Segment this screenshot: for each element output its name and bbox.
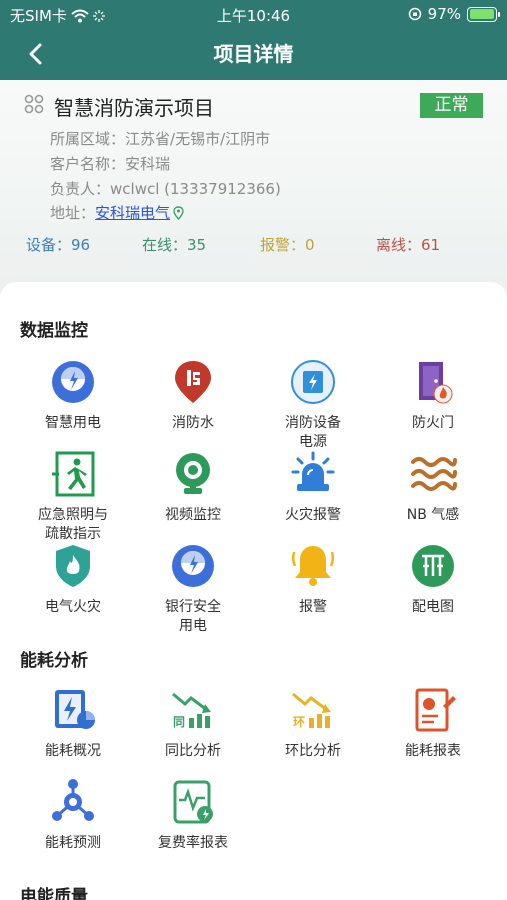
page-title: 项目详情 <box>213 42 294 66</box>
tile-energy-report[interactable]: 能耗报表 <box>373 686 493 761</box>
fire-water-icon <box>175 361 211 403</box>
video-camera-icon <box>176 453 210 494</box>
tile-fire-equipment-power[interactable]: 消防设备 电源 <box>253 358 373 452</box>
fire-alarm-icon <box>291 451 335 491</box>
tile-multi-rate-report[interactable]: 复费率报表 <box>133 778 253 853</box>
emergency-exit-icon <box>52 451 95 497</box>
header: 无SIM卡 上午10:46 97% 项目详情 <box>0 0 507 80</box>
client-row: 客户名称：安科瑞 <box>50 155 171 173</box>
section-title-power-quality: 电能质量 <box>20 887 88 900</box>
tile-fire-alarm[interactable]: 火灾报警 <box>253 450 373 525</box>
client-value: 安科瑞 <box>125 155 171 173</box>
energy-report-icon <box>415 688 456 732</box>
section-title-energy: 能耗分析 <box>20 651 88 671</box>
region-value: 江苏省/无锡市/江阴市 <box>125 130 271 148</box>
tile-distribution-diagram[interactable]: 配电图 <box>373 542 493 617</box>
smart-power-icon <box>52 361 94 403</box>
tile-mom-analysis[interactable]: 环 环比分析 <box>253 686 373 761</box>
project-name: 智慧消防演示项目 <box>54 96 214 120</box>
tile-energy-overview[interactable]: 能耗概况 <box>13 686 133 761</box>
electrical-fire-icon <box>56 545 90 587</box>
fire-equipment-power-icon <box>291 360 335 404</box>
bank-power-icon <box>172 545 214 587</box>
location-pin-icon[interactable] <box>173 206 184 220</box>
owner-row: 负责人：wclwcl (13337912366) <box>50 180 281 198</box>
stat-devices: 设备：96 <box>26 236 91 254</box>
alarm-bell-icon <box>291 546 335 586</box>
project-info: 智慧消防演示项目 正常 所属区域：江苏省/无锡市/江阴市 客户名称：安科瑞 负责… <box>0 80 507 310</box>
fire-door-icon <box>419 362 453 404</box>
stat-online: 在线：35 <box>142 236 207 254</box>
address-link[interactable]: 安科瑞电气 <box>95 204 170 222</box>
orientation-lock-icon <box>408 7 421 21</box>
energy-forecast-icon <box>52 779 94 821</box>
tile-fire-door[interactable]: 防火门 <box>373 358 493 433</box>
tile-energy-forecast[interactable]: 能耗预测 <box>13 778 133 853</box>
tile-smart-power[interactable]: 智慧用电 <box>13 358 133 433</box>
distribution-diagram-icon <box>412 545 454 587</box>
energy-overview-icon <box>55 690 95 729</box>
section-title-data-monitor: 数据监控 <box>20 321 88 341</box>
tile-electrical-fire[interactable]: 电气火灾 <box>13 542 133 617</box>
tile-nb-gas[interactable]: NB 气感 <box>373 450 493 525</box>
project-icon <box>24 94 44 114</box>
battery-icon <box>467 6 500 22</box>
multi-rate-report-icon <box>173 780 213 824</box>
yoy-analysis-icon: 同 <box>172 692 211 729</box>
battery-percent: 97% <box>427 5 461 23</box>
tile-emergency-lighting[interactable]: 应急照明与 疏散指示 <box>13 450 133 544</box>
region-row: 所属区域：江苏省/无锡市/江阴市 <box>50 130 271 148</box>
tile-yoy-analysis[interactable]: 同 同比分析 <box>133 686 253 761</box>
mom-analysis-icon: 环 <box>292 692 331 729</box>
gas-sensor-icon <box>411 457 457 491</box>
svg-text:环: 环 <box>293 715 305 729</box>
owner-value: wclwcl (13337912366) <box>110 180 281 198</box>
svg-text:同: 同 <box>173 715 185 729</box>
tile-fire-water[interactable]: 消防水 <box>133 358 253 433</box>
stat-offline: 离线：61 <box>376 236 441 254</box>
function-card: 数据监控 智慧用电 消防水 消防设备 电源 防火门 应急照明与 疏散指示 视频监… <box>0 282 507 900</box>
address-row: 地址：安科瑞电气 <box>50 202 184 223</box>
tile-video-monitor[interactable]: 视频监控 <box>133 450 253 525</box>
tile-alarm[interactable]: 报警 <box>253 542 373 617</box>
stat-alarm: 报警：0 <box>260 236 315 254</box>
status-badge: 正常 <box>420 93 483 118</box>
tile-bank-power[interactable]: 银行安全 用电 <box>133 542 253 636</box>
status-bar: 无SIM卡 上午10:46 97% <box>0 0 507 28</box>
